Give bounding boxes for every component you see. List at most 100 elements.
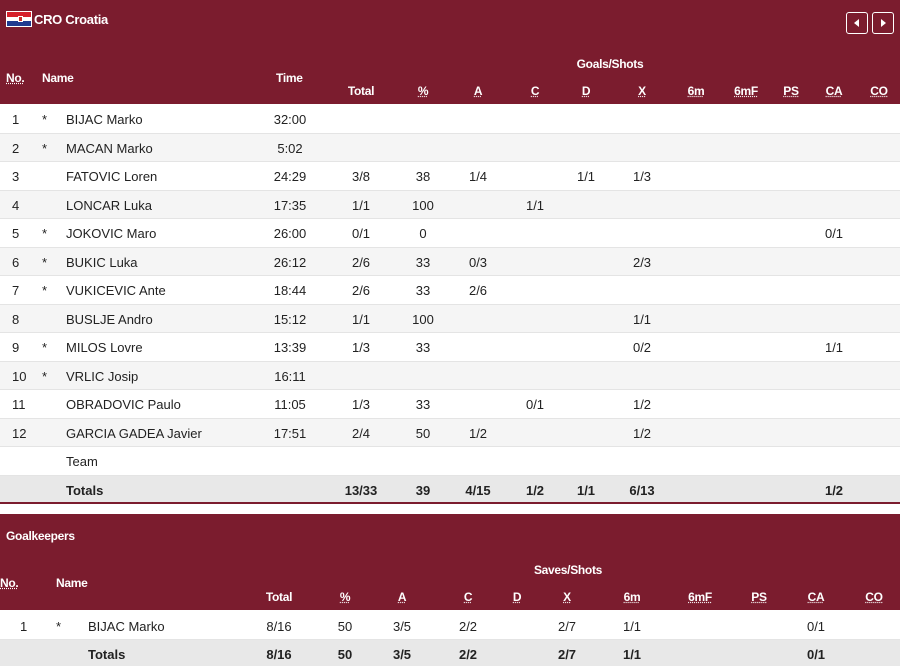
col-header-6m[interactable]: 6m xyxy=(688,84,705,98)
table-row: 7 * VUKICEVIC Ante 18:44 2/6 33 2/6 xyxy=(0,276,900,305)
gk-col-header-c[interactable]: C xyxy=(464,590,473,604)
table-row: 10 * VRLIC Josip 16:11 xyxy=(0,361,900,390)
row-name[interactable]: MACAN Marko xyxy=(66,141,153,156)
row-pct: 33 xyxy=(415,283,431,298)
row-a: 1/2 xyxy=(468,425,488,441)
row-time: 17:51 xyxy=(273,425,307,441)
goalkeepers-title: Goalkeepers xyxy=(6,529,75,543)
row-no: 3 xyxy=(12,169,20,184)
gk-totals-ca: 0/1 xyxy=(806,647,826,662)
team-name: CRO Croatia xyxy=(34,11,108,27)
row-name[interactable]: MILOS Lovre xyxy=(66,340,143,355)
row-name[interactable]: GARCIA GADEA Javier xyxy=(66,426,202,441)
col-header-no[interactable]: No. xyxy=(6,71,25,85)
goals-shots-group-header: Goals/Shots xyxy=(576,57,644,71)
starter-marker: * xyxy=(56,619,62,634)
row-time: 13:39 xyxy=(273,340,307,355)
row-name[interactable]: VUKICEVIC Ante xyxy=(66,283,166,298)
row-total: 0/1 xyxy=(351,226,371,241)
row-time: 15:12 xyxy=(273,311,307,327)
row-ca: 0/1 xyxy=(824,226,844,241)
col-header-total[interactable]: Total xyxy=(348,84,375,98)
gk-col-header-total[interactable]: Total xyxy=(266,590,293,604)
gk-totals-label: Totals xyxy=(88,647,126,662)
row-no: 1 xyxy=(12,112,20,127)
starter-marker: * xyxy=(42,254,48,270)
gk-col-header-no[interactable]: No. xyxy=(0,576,19,590)
table-row: 6 * BUKIC Luka 26:12 2/6 33 0/3 2/3 xyxy=(0,247,900,276)
table-row: 8 BUSLJE Andro 15:12 1/1 100 1/1 xyxy=(0,304,900,333)
gk-row-name[interactable]: BIJAC Marko xyxy=(88,619,165,634)
col-header-time[interactable]: Time xyxy=(276,71,303,85)
starter-marker: * xyxy=(42,368,48,384)
row-name[interactable]: OBRADOVIC Paulo xyxy=(66,397,181,412)
next-team-button[interactable] xyxy=(872,12,894,34)
gk-col-header-ca[interactable]: CA xyxy=(808,590,825,604)
totals-x: 6/13 xyxy=(629,482,655,498)
row-a: 2/6 xyxy=(468,283,488,298)
row-a: 0/3 xyxy=(468,254,488,270)
gk-col-header-pct[interactable]: % xyxy=(340,590,351,604)
row-c: 1/1 xyxy=(525,197,545,213)
gk-totals-6m: 1/1 xyxy=(622,647,642,662)
col-header-x[interactable]: X xyxy=(638,84,646,98)
gk-col-header-d[interactable]: D xyxy=(513,590,522,604)
row-c: 0/1 xyxy=(525,397,545,412)
row-x: 2/3 xyxy=(632,254,652,270)
gk-col-header-a[interactable]: A xyxy=(398,590,407,604)
row-time: 32:00 xyxy=(273,112,307,127)
row-no: 4 xyxy=(12,197,20,213)
previous-team-button[interactable] xyxy=(846,12,868,34)
row-name[interactable]: BUKIC Luka xyxy=(66,255,138,270)
gk-row-x: 2/7 xyxy=(557,619,577,634)
gk-totals-total: 8/16 xyxy=(266,647,292,662)
col-header-a[interactable]: A xyxy=(474,84,483,98)
totals-ca: 1/2 xyxy=(824,482,844,498)
row-name[interactable]: BIJAC Marko xyxy=(66,112,143,127)
gk-col-header-name[interactable]: Name xyxy=(56,576,88,590)
row-name[interactable]: JOKOVIC Maro xyxy=(66,226,156,241)
table-row: 9 * MILOS Lovre 13:39 1/3 33 0/2 1/1 xyxy=(0,333,900,362)
gk-col-header-x[interactable]: X xyxy=(563,590,571,604)
row-x: 1/1 xyxy=(632,311,652,327)
table-row: 5 * JOKOVIC Maro 26:00 0/1 0 0/1 xyxy=(0,219,900,248)
row-time: 11:05 xyxy=(274,397,306,412)
col-header-name[interactable]: Name xyxy=(42,71,74,85)
row-name[interactable]: BUSLJE Andro xyxy=(66,312,153,327)
row-name[interactable]: LONCAR Luka xyxy=(66,198,152,213)
gk-col-header-6m[interactable]: 6m xyxy=(624,590,641,604)
totals-d: 1/1 xyxy=(576,482,596,498)
totals-c: 1/2 xyxy=(525,482,545,498)
row-name[interactable]: FATOVIC Loren xyxy=(66,169,157,184)
gk-row-a: 3/5 xyxy=(392,619,412,634)
row-name[interactable]: VRLIC Josip xyxy=(66,369,138,384)
col-header-d[interactable]: D xyxy=(582,84,591,98)
team-navigation xyxy=(846,12,894,34)
croatia-flag-icon xyxy=(6,11,32,27)
row-time: 26:12 xyxy=(273,254,307,270)
row-time: 5:02 xyxy=(277,140,303,156)
gk-totals-c: 2/2 xyxy=(458,647,478,662)
gk-totals-a: 3/5 xyxy=(392,647,412,662)
chevron-right-icon xyxy=(881,19,886,27)
totals-a: 4/15 xyxy=(465,482,491,498)
col-header-6mf[interactable]: 6mF xyxy=(734,84,758,98)
gk-col-header-co[interactable]: CO xyxy=(865,590,883,604)
row-d: 1/1 xyxy=(576,169,596,184)
totals-pct: 39 xyxy=(415,482,431,498)
starter-marker: * xyxy=(42,283,48,298)
col-header-ca[interactable]: CA xyxy=(826,84,843,98)
table-row: Team xyxy=(0,447,900,476)
gk-col-header-ps[interactable]: PS xyxy=(751,590,767,604)
col-header-co[interactable]: CO xyxy=(870,84,888,98)
row-time: 17:35 xyxy=(273,197,307,213)
col-header-pct[interactable]: % xyxy=(418,84,429,98)
table-row: 4 LONCAR Luka 17:35 1/1 100 1/1 xyxy=(0,190,900,219)
row-name[interactable]: Team xyxy=(66,454,98,469)
gk-totals-x: 2/7 xyxy=(557,647,577,662)
table-row: 3 FATOVIC Loren 24:29 3/8 38 1/4 1/1 1/3 xyxy=(0,162,900,191)
col-header-ps[interactable]: PS xyxy=(783,84,799,98)
gk-col-header-6mf[interactable]: 6mF xyxy=(688,590,712,604)
row-total: 2/6 xyxy=(351,254,371,270)
col-header-c[interactable]: C xyxy=(531,84,540,98)
